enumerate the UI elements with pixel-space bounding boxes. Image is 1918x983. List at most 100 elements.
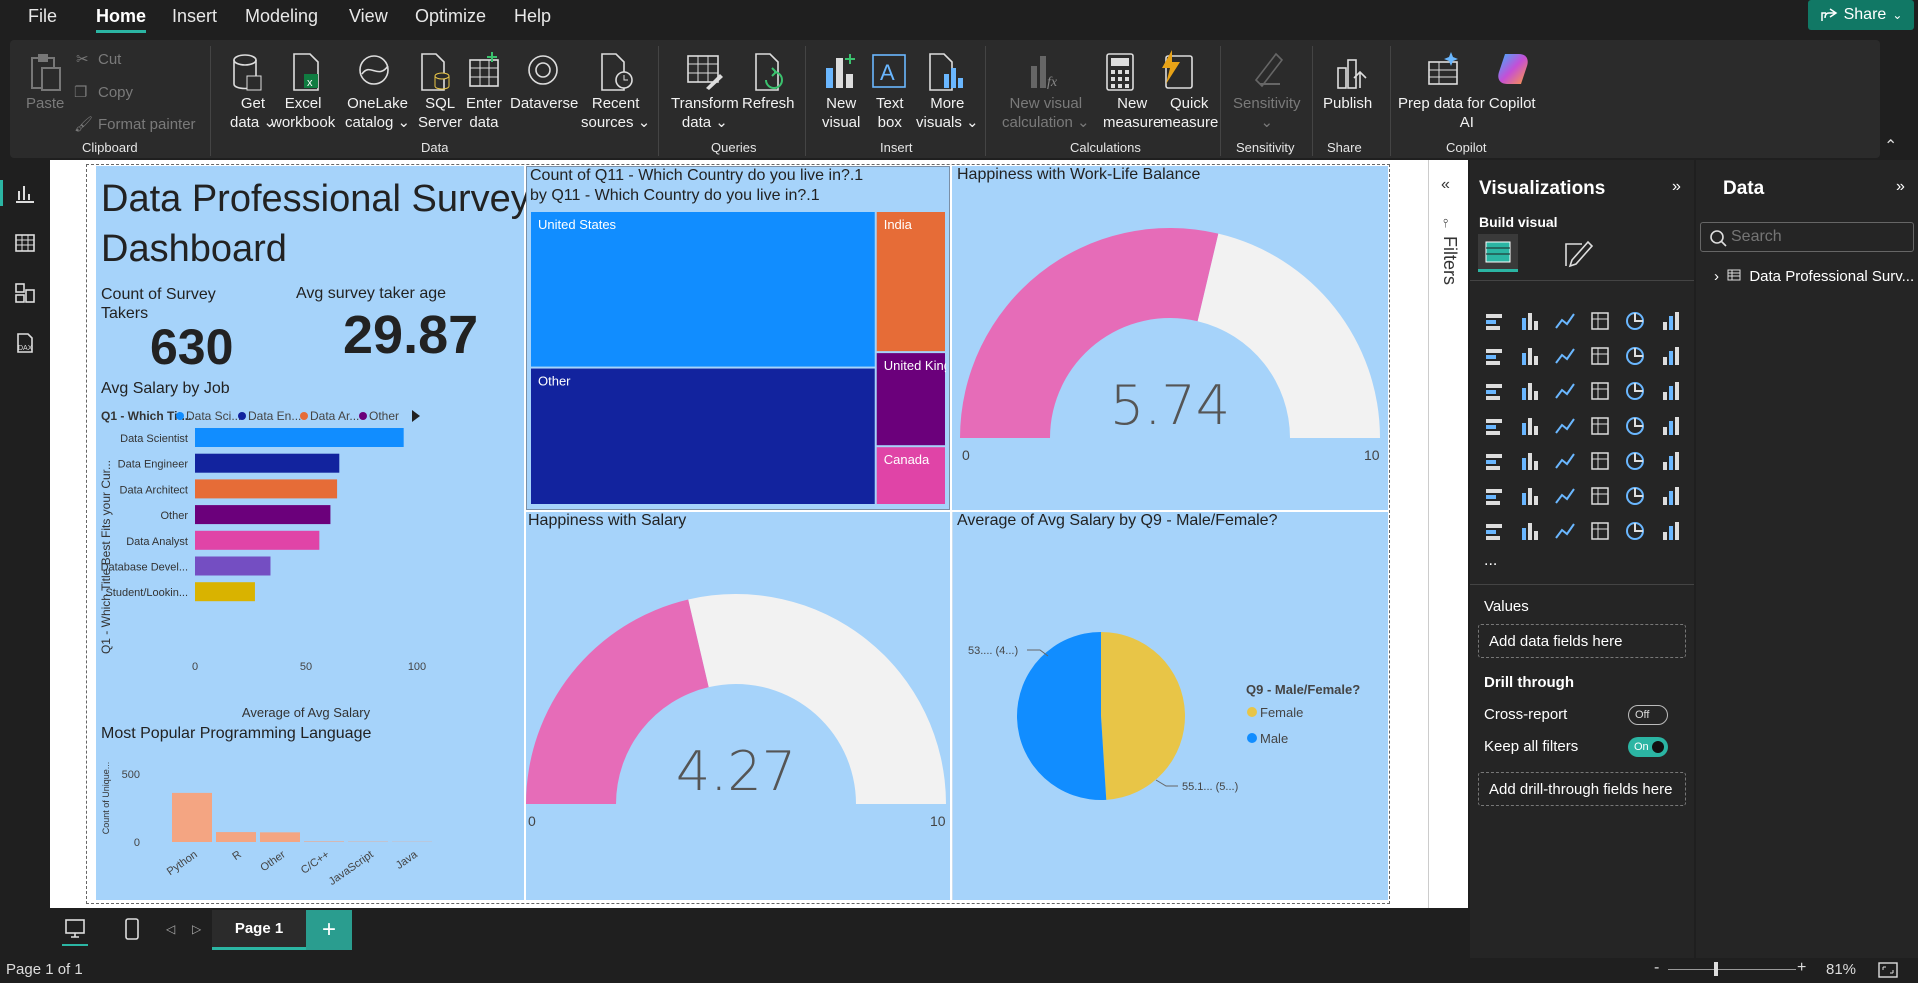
share-button[interactable]: Share ⌄ bbox=[1808, 0, 1914, 30]
programming-bar-chart[interactable]: Count of Unique... 5000Python R Other C/C++J… bbox=[96, 748, 524, 898]
treemap-icon[interactable] bbox=[1484, 415, 1506, 437]
zoom-in-button[interactable]: + bbox=[1797, 959, 1806, 977]
python-visual-icon[interactable] bbox=[1484, 485, 1506, 507]
fit-to-page-icon[interactable] bbox=[1878, 962, 1898, 978]
map-icon[interactable] bbox=[1519, 415, 1541, 437]
area-icon[interactable] bbox=[1519, 345, 1541, 367]
format-visual-icon[interactable] bbox=[1562, 238, 1596, 270]
mobile-layout-icon[interactable] bbox=[124, 918, 140, 940]
sensitivity-button[interactable]: Sensitivity ⌄ bbox=[1233, 94, 1301, 132]
excel-workbook-button[interactable]: Excel workbook bbox=[271, 94, 335, 132]
copy-button[interactable]: Copy bbox=[98, 83, 133, 102]
salary-bar-chart[interactable]: Q1 - Which Tit...Data Sci... Data En... Da… bbox=[96, 402, 524, 722]
prev-page-icon[interactable]: ◁ bbox=[166, 922, 175, 936]
stacked-area-icon[interactable] bbox=[1554, 345, 1576, 367]
text-box-button[interactable]: Text box bbox=[876, 94, 904, 132]
cut-button[interactable]: Cut bbox=[98, 50, 121, 69]
gauge-icon[interactable] bbox=[1624, 415, 1646, 437]
report-view-icon[interactable] bbox=[14, 182, 36, 204]
filled-map-icon[interactable] bbox=[1554, 415, 1576, 437]
sql-server-button[interactable]: SQL Server bbox=[418, 94, 462, 132]
new-visual-calculation-button[interactable]: New visual calculation ⌄ bbox=[1002, 94, 1090, 132]
waterfall-icon[interactable] bbox=[1484, 380, 1506, 402]
menu-help[interactable]: Help bbox=[514, 6, 551, 27]
donut-icon[interactable] bbox=[1659, 380, 1681, 402]
collapse-filters-icon[interactable]: « bbox=[1441, 176, 1450, 194]
gauge-worklife[interactable]: 5.74 0 10 bbox=[952, 190, 1388, 470]
chevron-right-icon[interactable]: › bbox=[1714, 268, 1719, 285]
gender-pie-chart[interactable]: 53.... (4...) 55.1... (5...) Q9 - Male/Fem… bbox=[952, 560, 1388, 840]
ribbon-icon[interactable] bbox=[1589, 345, 1611, 367]
azure-map-icon[interactable] bbox=[1589, 415, 1611, 437]
zoom-slider-thumb[interactable] bbox=[1714, 962, 1718, 976]
menu-home[interactable]: Home bbox=[96, 6, 147, 33]
metrics-icon[interactable] bbox=[1484, 520, 1506, 542]
model-view-icon[interactable] bbox=[14, 282, 36, 304]
100pct-column-icon[interactable] bbox=[1659, 310, 1681, 332]
refresh-button[interactable]: Refresh bbox=[742, 94, 795, 113]
country-treemap[interactable]: United States Other India United King... Can… bbox=[530, 211, 946, 507]
more-visuals-ellipsis[interactable]: ... bbox=[1484, 552, 1497, 570]
table-view-icon[interactable] bbox=[14, 232, 36, 254]
gauge-salary[interactable]: 4.27 0 10 bbox=[526, 560, 950, 840]
qa-icon[interactable] bbox=[1589, 485, 1611, 507]
clustered-column-icon[interactable] bbox=[1589, 310, 1611, 332]
slicer-icon[interactable] bbox=[1554, 450, 1576, 472]
key-influencers-icon[interactable] bbox=[1519, 485, 1541, 507]
r-visual-icon[interactable] bbox=[1659, 450, 1681, 472]
keep-filters-toggle[interactable]: On bbox=[1628, 737, 1668, 757]
data-search-input[interactable] bbox=[1731, 226, 1907, 248]
stacked-bar-icon[interactable] bbox=[1484, 310, 1506, 332]
funnel-col-icon[interactable] bbox=[1519, 380, 1541, 402]
next-page-icon[interactable]: ▷ bbox=[192, 922, 201, 936]
clustered-bar-icon[interactable] bbox=[1554, 310, 1576, 332]
funnel-icon[interactable] bbox=[1554, 380, 1576, 402]
paste-button[interactable]: Paste bbox=[26, 94, 64, 113]
collapse-data-icon[interactable]: » bbox=[1896, 178, 1905, 196]
scatter-icon[interactable] bbox=[1589, 380, 1611, 402]
onelake-catalog-button[interactable]: OneLake catalog ⌄ bbox=[345, 94, 410, 132]
enter-data-button[interactable]: Enter data bbox=[466, 94, 502, 132]
page-tab-1[interactable]: Page 1 bbox=[212, 910, 306, 950]
power-apps-icon[interactable] bbox=[1519, 520, 1541, 542]
drill-through-drop-zone[interactable]: Add drill-through fields here bbox=[1478, 772, 1686, 806]
prep-data-copilot-button[interactable]: Prep data for Copilot AI bbox=[1398, 94, 1536, 132]
filters-pane[interactable]: « ⫯ Filters bbox=[1428, 160, 1468, 908]
transform-data-button[interactable]: Transform data ⌄ bbox=[671, 94, 739, 132]
menu-insert[interactable]: Insert bbox=[172, 6, 217, 27]
values-drop-zone[interactable]: Add data fields here bbox=[1478, 624, 1686, 658]
line-column-icon[interactable] bbox=[1624, 345, 1646, 367]
collapse-ribbon-icon[interactable]: ⌃ bbox=[1884, 136, 1897, 156]
multirow-card-icon[interactable] bbox=[1484, 450, 1506, 472]
collapse-viz-icon[interactable]: » bbox=[1672, 178, 1681, 196]
pie-icon[interactable] bbox=[1624, 380, 1646, 402]
get-data-button[interactable]: Get data ⌄ bbox=[230, 94, 276, 132]
format-painter-button[interactable]: Format painter bbox=[98, 115, 196, 134]
add-page-button[interactable]: + bbox=[306, 910, 352, 950]
build-visual-tab[interactable] bbox=[1478, 234, 1518, 272]
zoom-slider-track[interactable] bbox=[1668, 969, 1796, 970]
line-clustered-icon[interactable] bbox=[1659, 345, 1681, 367]
more-visuals-button[interactable]: More visuals ⌄ bbox=[916, 94, 979, 132]
desktop-layout-icon[interactable] bbox=[64, 918, 86, 940]
power-automate-icon[interactable] bbox=[1554, 520, 1576, 542]
data-table-item[interactable]: › Data Professional Surv... bbox=[1714, 268, 1914, 285]
100pct-bar-icon[interactable] bbox=[1624, 310, 1646, 332]
table-icon[interactable] bbox=[1589, 450, 1611, 472]
dataverse-button[interactable]: Dataverse bbox=[510, 94, 578, 113]
dax-query-view-icon[interactable]: DAX bbox=[14, 332, 36, 354]
cross-report-toggle[interactable]: Off bbox=[1628, 705, 1668, 725]
stacked-column-icon[interactable] bbox=[1519, 310, 1541, 332]
matrix-icon[interactable] bbox=[1624, 450, 1646, 472]
smart-narrative-icon[interactable] bbox=[1624, 485, 1646, 507]
new-measure-button[interactable]: New measure bbox=[1103, 94, 1161, 132]
recent-sources-button[interactable]: Recent sources ⌄ bbox=[581, 94, 650, 132]
card-icon[interactable] bbox=[1659, 415, 1681, 437]
more-icon[interactable] bbox=[1659, 520, 1681, 542]
menu-file[interactable]: File bbox=[28, 6, 57, 27]
paginated-icon[interactable] bbox=[1659, 485, 1681, 507]
quick-measure-button[interactable]: Quick measure bbox=[1160, 94, 1218, 132]
fabric-icon[interactable] bbox=[1624, 520, 1646, 542]
decomposition-tree-icon[interactable] bbox=[1554, 485, 1576, 507]
line-icon[interactable] bbox=[1484, 345, 1506, 367]
